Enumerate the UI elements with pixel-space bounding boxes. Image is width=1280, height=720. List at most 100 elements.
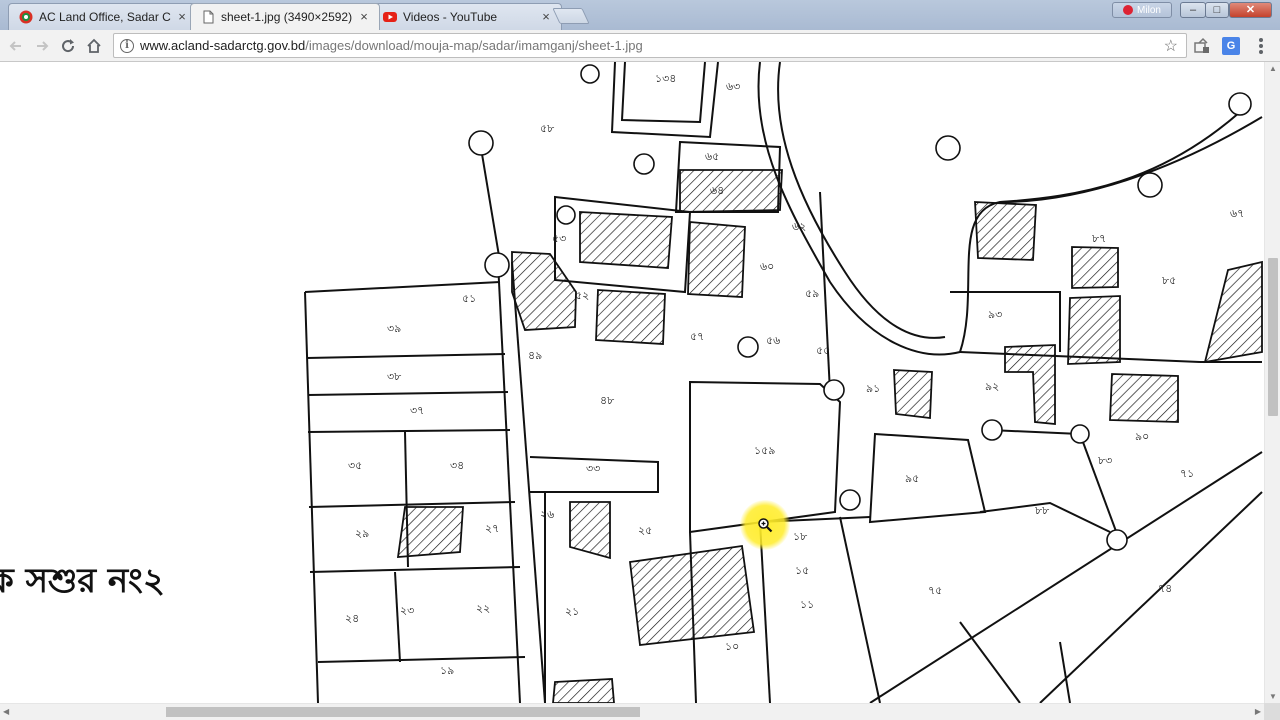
tab-title: sheet-1.jpg (3490×2592) [221,10,353,24]
new-tab-button[interactable] [552,8,590,24]
image-viewport[interactable]: ক সশুর নং২ ১৫৯ ১৩৪ ৬৩ ৫৮ ৬৫ ৬৪ ৬২ ৬০ ৫৯ … [0,62,1264,703]
arrow-left-icon [9,41,21,51]
building-hatch [396,169,1263,703]
reload-button[interactable] [57,35,79,57]
chrome-site-icon [19,10,33,24]
scroll-right-icon[interactable]: ▶ [1255,707,1261,716]
tab-ac-land-office[interactable]: AC Land Office, Sadar Ct × [8,3,198,30]
plot-label: ১০ [725,640,739,653]
plot-label: ৬৪ [710,184,724,197]
close-icon[interactable]: × [539,9,553,24]
plot-label: ৭১ [1180,467,1194,480]
plot-label: ১১ [800,598,814,611]
menu-icon[interactable] [1258,38,1264,54]
plot-label: ৩৯ [387,322,401,335]
window-close-button[interactable]: ✕ [1229,2,1272,18]
plot-label: ৮৭ [1092,232,1106,245]
close-icon[interactable]: × [357,9,371,24]
plot-label: ৯২ [985,380,999,393]
zoom-in-icon [758,518,773,533]
plot-label: ৫৮ [540,122,554,135]
plot-label: ৯০ [1135,430,1149,443]
address-bar[interactable]: i www.acland-sadarctg.gov.bd/images/down… [113,33,1187,58]
url-path: /images/download/mouja-map/sadar/imamgan… [305,38,643,53]
plot-labels: ১৫৯ ১৩৪ ৬৩ ৫৮ ৬৫ ৬৪ ৬২ ৬০ ৫৯ ৫৭ ৫৬ ৫৫ ৫৩… [345,72,1244,677]
plot-label: ৬৩ [726,80,740,93]
plot-label: ১৮ [793,530,807,543]
plot-label: ৮৩ [1098,454,1112,467]
plot-label: ১৫৯ [754,444,775,457]
plot-label: ৯৩ [988,308,1002,321]
sheet-title: ক সশুর নং২ [0,561,165,601]
plot-label: ৪৯ [528,349,542,362]
browser-toolbar: i www.acland-sadarctg.gov.bd/images/down… [0,30,1280,62]
info-icon[interactable]: i [120,38,134,53]
scroll-left-icon[interactable]: ◀ [3,707,9,716]
plot-label: ২৩ [400,604,414,617]
plot-label: ২৭ [485,522,499,535]
back-button[interactable] [5,35,27,57]
vertical-scroll-thumb[interactable] [1268,258,1278,416]
extension-icon[interactable] [1193,37,1211,55]
plot-label: ৭৫ [928,584,942,597]
plot-label: ৫১ [462,292,476,305]
horizontal-scrollbar[interactable]: ◀ ▶ [0,703,1264,720]
document-icon [203,10,214,24]
avatar-icon [1123,5,1134,15]
plot-label: ১৩৪ [655,72,676,85]
plot-label: ৫৯ [805,287,819,300]
plot-label: ৩৩ [586,462,600,475]
minimize-button[interactable]: – [1180,2,1206,18]
arrow-right-icon [37,41,49,51]
plot-label: ১৫ [795,564,809,577]
plot-label: ২৯ [355,527,369,540]
plot-label: ৩৫ [348,459,362,472]
plot-label: ২২ [476,602,490,615]
plot-label: ৬০ [760,260,774,273]
reload-icon [62,39,75,53]
plot-label: ৫৫ [816,344,830,357]
plot-label: ৪৮ [600,394,614,407]
plot-label: ৬২ [792,220,806,233]
survey-markers [468,64,1252,551]
profile-name: Milon [1137,4,1161,16]
tab-youtube[interactable]: Videos - YouTube × [372,3,562,30]
home-button[interactable] [83,35,105,57]
bookmark-star-icon[interactable]: ☆ [1164,36,1178,56]
plot-label: ১৯ [440,664,454,677]
home-icon [87,38,101,53]
close-icon[interactable]: × [175,9,189,24]
plot-label: ২৫ [638,524,652,537]
plot-label: ২৪ [345,612,359,625]
plot-label: ৭৪ [1158,582,1172,595]
plot-label: ৮৮ [1035,504,1049,517]
plot-label: ৫৬ [766,334,780,347]
plot-label: ৫২ [575,289,589,302]
url-host: www.acland-sadarctg.gov.bd [140,38,306,53]
vertical-scrollbar[interactable]: ▲ ▼ [1264,62,1280,703]
plot-label: ৬৫ [705,150,719,163]
mouja-map-image[interactable]: ক সশুর নং২ ১৫৯ ১৩৪ ৬৩ ৫৮ ৬৫ ৬৪ ৬২ ৬০ ৫৯ … [0,62,1264,703]
scrollbar-corner [1264,703,1280,720]
tab-sheet-image[interactable]: sheet-1.jpg (3490×2592) × [190,3,380,30]
plot-label: ৮৫ [1162,274,1176,287]
forward-button[interactable] [31,35,53,57]
plot-label: ৯১ [866,382,880,395]
scroll-up-icon[interactable]: ▲ [1269,64,1277,73]
translate-icon[interactable]: G [1222,37,1240,55]
horizontal-scroll-thumb[interactable] [166,707,640,717]
youtube-icon [383,12,397,22]
tab-title: Videos - YouTube [403,10,498,24]
plot-label: ৩৮ [387,370,401,383]
plot-label: ৯৫ [905,472,919,485]
tab-title: AC Land Office, Sadar Ct [39,10,171,24]
plot-label: ৫৭ [690,330,704,343]
plot-label: ৬৭ [1230,207,1244,220]
scroll-down-icon[interactable]: ▼ [1269,692,1277,701]
profile-button[interactable]: Milon [1112,2,1172,18]
maximize-button[interactable]: □ [1205,2,1229,18]
plot-label: ২৬ [540,508,554,521]
plot-label: ৫৩ [552,232,566,245]
plot-label: ৩৭ [410,404,424,417]
tab-strip: AC Land Office, Sadar Ct × Videos - YouT… [0,0,1280,30]
